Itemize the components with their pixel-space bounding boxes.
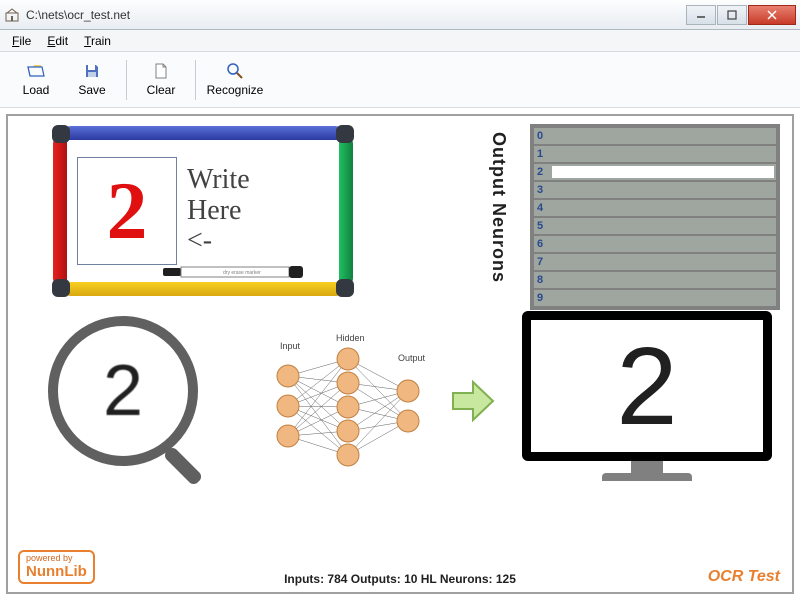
- window-title: C:\nets\ocr_test.net: [26, 8, 686, 22]
- clear-button[interactable]: Clear: [133, 56, 189, 104]
- recognize-button[interactable]: Recognize: [202, 56, 268, 104]
- magnified-digit: 2: [103, 350, 143, 432]
- toolbar: Load Save Clear Recognize: [0, 52, 800, 108]
- monitor-illustration: 2: [522, 311, 772, 486]
- arrow-right-icon: [448, 376, 498, 426]
- nn-output-label: Output: [398, 353, 426, 363]
- recognized-digit: 2: [616, 323, 677, 450]
- load-label: Load: [23, 83, 50, 97]
- save-button[interactable]: Save: [64, 56, 120, 104]
- load-button[interactable]: Load: [8, 56, 64, 104]
- toolbar-separator: [195, 60, 196, 100]
- output-index: 9: [534, 292, 550, 304]
- output-row-0: 0: [534, 128, 776, 144]
- output-index: 1: [534, 148, 550, 160]
- output-bar: [552, 166, 774, 178]
- folder-open-icon: [27, 62, 45, 80]
- magnifier-illustration: 2: [48, 316, 218, 486]
- close-button[interactable]: [748, 5, 796, 25]
- nn-input-label: Input: [280, 341, 301, 351]
- menubar: File Edit Train: [0, 30, 800, 52]
- save-icon: [83, 62, 101, 80]
- save-label: Save: [78, 83, 105, 97]
- nn-hidden-label: Hidden: [336, 333, 365, 343]
- output-row-9: 9: [534, 290, 776, 306]
- output-index: 4: [534, 202, 550, 214]
- window-titlebar: C:\nets\ocr_test.net: [0, 0, 800, 30]
- output-neurons-label: Output Neurons: [488, 132, 509, 283]
- output-row-5: 5: [534, 218, 776, 234]
- clear-label: Clear: [147, 83, 176, 97]
- drawn-digit: 2: [107, 170, 148, 252]
- whiteboard: 2 Write Here <- dry erase marker: [53, 126, 353, 296]
- output-index: 6: [534, 238, 550, 250]
- maximize-button[interactable]: [717, 5, 747, 25]
- page-icon: [152, 62, 170, 80]
- output-row-4: 4: [534, 200, 776, 216]
- output-row-2: 2: [534, 164, 776, 180]
- content-area: 2 Write Here <- dry erase marker Output …: [0, 108, 800, 600]
- output-neurons-panel: 0 1 2 3 4 5 6 7 8 9: [530, 124, 780, 310]
- output-row-1: 1: [534, 146, 776, 162]
- output-row-7: 7: [534, 254, 776, 270]
- menu-train[interactable]: Train: [76, 32, 119, 50]
- toolbar-separator: [126, 60, 127, 100]
- output-index: 3: [534, 184, 550, 196]
- minimize-button[interactable]: [686, 5, 716, 25]
- svg-text:dry erase marker: dry erase marker: [223, 270, 261, 276]
- output-index: 7: [534, 256, 550, 268]
- app-icon: [4, 7, 20, 23]
- drawing-input[interactable]: 2: [77, 157, 177, 265]
- canvas-area: 2 Write Here <- dry erase marker Output …: [6, 114, 794, 594]
- menu-edit[interactable]: Edit: [39, 32, 76, 50]
- output-index: 2: [534, 166, 550, 178]
- marker-icon: dry erase marker: [163, 266, 303, 278]
- whiteboard-hint: Write Here <-: [187, 165, 250, 257]
- neural-network-diagram: Input Hidden Output: [258, 331, 438, 481]
- network-stats: Inputs: 784 Outputs: 10 HL Neurons: 125: [8, 572, 792, 586]
- app-name-label: OCR Test: [708, 568, 780, 586]
- output-row-8: 8: [534, 272, 776, 288]
- output-row-3: 3: [534, 182, 776, 198]
- output-index: 5: [534, 220, 550, 232]
- output-index: 0: [534, 130, 550, 142]
- magnifier-icon: [226, 62, 244, 80]
- output-index: 8: [534, 274, 550, 286]
- output-row-6: 6: [534, 236, 776, 252]
- recognize-label: Recognize: [207, 83, 264, 97]
- menu-file[interactable]: File: [4, 32, 39, 50]
